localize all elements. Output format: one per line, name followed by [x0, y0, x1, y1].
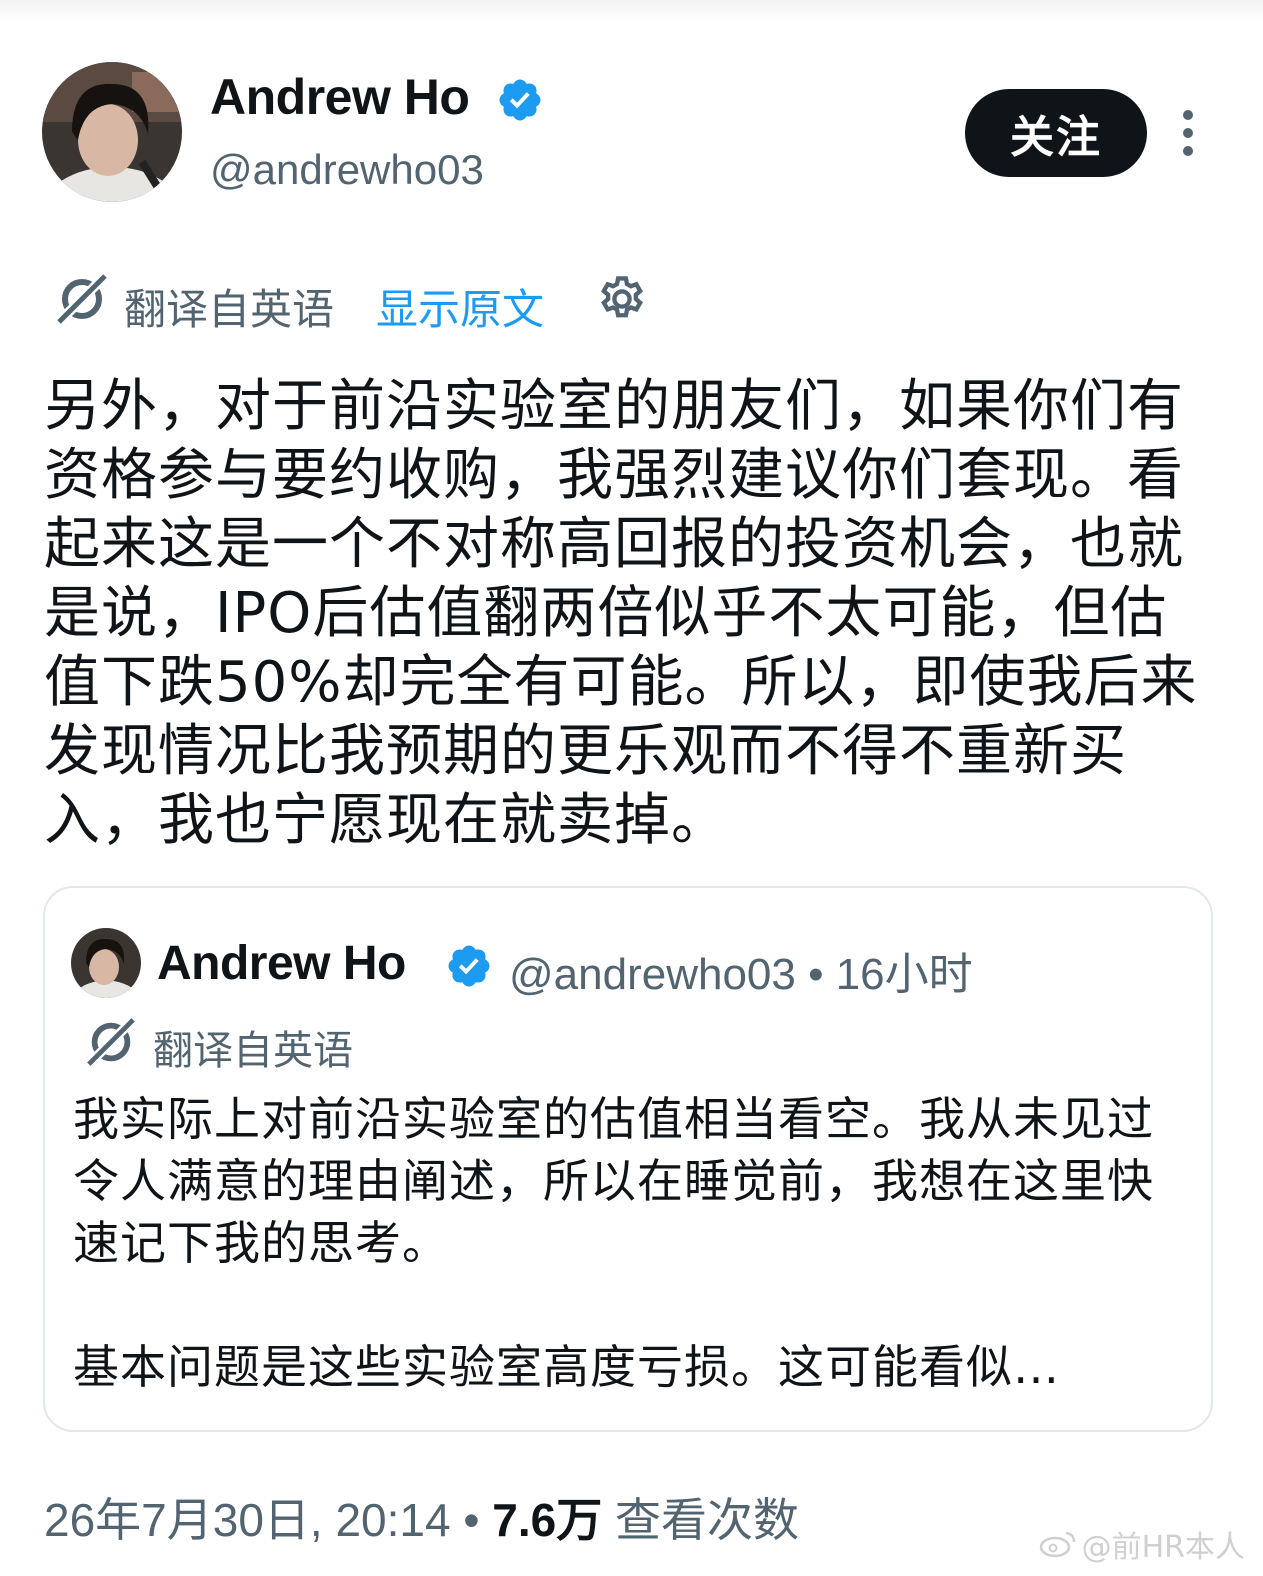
quote-translation-label: 翻译自英语 — [153, 1028, 353, 1074]
post-text: 另外，对于前沿实验室的朋友们，如果你们有资格参与要约收购，我强烈建议你们套现。看… — [44, 374, 1198, 853]
quote-text: 我实际上对前沿实验室的估值相当看空。我从未见过令人满意的理由阐述，所以在睡觉前，… — [73, 1092, 1154, 1270]
weibo-icon — [1039, 1531, 1075, 1558]
gear-icon[interactable] — [596, 273, 648, 325]
watermark: @前HR本人 — [1038, 1522, 1245, 1566]
post-timestamp[interactable]: 26年7月30日, 20:14 • — [44, 1494, 492, 1546]
verified-badge-icon — [499, 79, 541, 121]
author-name[interactable]: Andrew Ho — [210, 68, 470, 126]
follow-button[interactable]: 关注 — [965, 89, 1147, 177]
more-vertical-icon[interactable] — [1168, 108, 1208, 158]
translation-label: 翻译自英语 — [124, 285, 335, 334]
watermark-text: @前HR本人 — [1081, 1530, 1245, 1565]
verified-badge-icon — [448, 945, 490, 987]
quote-text-more: 基本问题是这些实验室高度亏损。这可能看似… — [73, 1340, 1060, 1394]
quote-author-name: Andrew Ho — [157, 937, 406, 990]
quoted-post-card[interactable]: Andrew Ho @andrewho03 • 16小时 翻译自英语 我实际上对… — [43, 886, 1213, 1432]
author-avatar[interactable] — [42, 62, 182, 202]
post-footer: 26年7月30日, 20:14 • 7.6万 查看次数 — [44, 1484, 799, 1550]
author-handle[interactable]: @andrewho03 — [210, 146, 484, 194]
quote-author-avatar — [71, 928, 141, 998]
quote-meta: @andrewho03 • 16小时 — [509, 950, 973, 999]
view-count-label: 查看次数 — [602, 1494, 799, 1546]
translate-icon — [85, 1016, 137, 1068]
top-status-fade — [0, 0, 1263, 22]
show-original-link[interactable]: 显示原文 — [376, 276, 544, 337]
view-count: 7.6万 — [492, 1494, 603, 1546]
translate-icon — [55, 272, 109, 326]
